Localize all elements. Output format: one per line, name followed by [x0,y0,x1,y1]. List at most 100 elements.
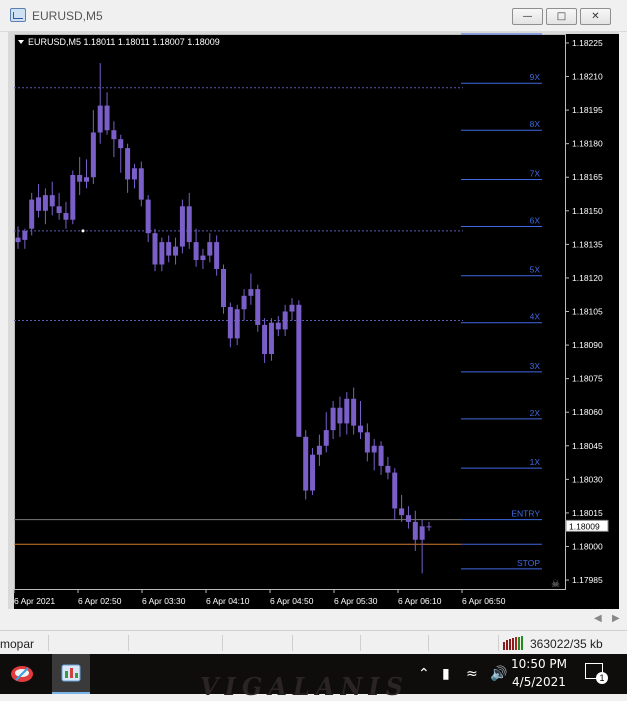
candle-body [29,199,35,229]
volume-icon[interactable]: 🔊 [490,666,507,682]
taskbar: VIGALANIS ⌃ ▮ ≈ 🔊 10:50 PM 4/5/2021 1 [0,654,627,701]
maximize-button[interactable]: □ [546,8,577,25]
target-level-label: 4X [530,312,541,322]
candle-body [22,230,28,240]
status-bar: mopar 363022/35 kb [0,630,627,652]
candle-body [214,242,220,269]
candle-body [173,246,179,256]
candle-body [179,206,185,247]
notification-center-icon[interactable]: 1 [585,663,608,684]
target-level-label: 3X [530,361,541,371]
status-divider [428,635,429,651]
target-level-label: 1X [530,457,541,467]
candle-body [145,199,151,234]
scroll-right-icon[interactable]: ▶ [612,613,620,624]
y-tick-label: 1.18000 [572,541,603,551]
candle-body [241,295,247,310]
candle-body [275,322,281,330]
candle-body [186,206,192,243]
target-level-label: 10X [525,32,540,33]
y-tick-label: 1.18210 [572,72,603,82]
start-app-button[interactable] [0,654,46,694]
candle-body [316,445,322,455]
candle-body [378,445,384,466]
candlestick-chart[interactable]: EURUSD,M5 1.18011 1.18011 1.18007 1.1800… [8,32,619,609]
candle-body [364,432,370,453]
candle-body [159,242,165,265]
candle-body [36,197,42,211]
candle-body [248,289,254,296]
candle-body [289,304,295,312]
metatrader-icon [61,664,81,682]
y-tick-label: 1.18120 [572,273,603,283]
candle-body [90,132,96,178]
clock-time: 10:50 PM [511,657,567,671]
traffic-counter: 363022/35 kb [530,637,603,651]
y-tick-label: 1.18090 [572,340,603,350]
candle-body [371,445,377,453]
candle-body [426,526,432,528]
candle-body [166,242,172,256]
status-divider [222,635,223,651]
target-level-label: 8X [530,119,541,129]
candle-body [42,195,48,211]
horizontal-scrollbar[interactable]: ◀ ▶ [0,612,627,628]
target-level-label: 5X [530,265,541,275]
y-tick-label: 1.18075 [572,374,603,384]
candle-body [125,148,131,180]
candle-body [282,311,288,330]
minimize-button[interactable]: — [512,8,543,25]
candle-body [255,289,261,325]
close-button[interactable]: ✕ [580,8,611,25]
status-divider [128,635,129,651]
y-tick-label: 1.18165 [572,172,603,182]
metatrader-taskbar-button[interactable] [52,654,90,694]
target-level-label: 7X [530,168,541,178]
current-price-label: 1.18009 [569,521,600,531]
x-tick-label: 6 Apr 03:30 [142,596,186,606]
x-tick-label: 6 Apr 05:30 [334,596,378,606]
connection-bars-icon [503,636,525,650]
status-divider [360,635,361,651]
candle-body [405,515,411,522]
y-tick-label: 1.18225 [572,38,603,48]
candle-body [268,322,274,355]
x-tick-label: 6 Apr 04:10 [206,596,250,606]
battery-icon[interactable]: ▮ [442,666,450,682]
candle-body [385,465,391,473]
wifi-icon[interactable]: ≈ [466,666,478,682]
candle-body [200,255,206,261]
candle-body [131,168,137,180]
candle-body [77,174,83,182]
x-tick-label: 6 Apr 04:50 [270,596,314,606]
candle-body [337,407,343,424]
candle-body [221,268,226,308]
y-tick-label: 1.18105 [572,307,603,317]
candle-body [296,304,302,437]
chart-header: EURUSD,M5 1.18011 1.18011 1.18007 1.1800… [28,37,220,47]
candle-body [63,213,69,220]
candle-body [207,242,213,256]
target-level-label: ENTRY [511,509,540,519]
candle-body [419,526,425,540]
chart-area[interactable]: EURUSD,M5 1.18011 1.18011 1.18007 1.1800… [8,32,619,609]
candle-body [330,407,336,431]
y-tick-label: 1.18015 [572,508,603,518]
candle-body [84,177,89,182]
notification-count: 1 [596,672,608,684]
skull-icon: ☠ [551,579,560,590]
candle-body [49,195,55,207]
candle-body [310,454,316,491]
candle-body [227,307,233,339]
y-tick-label: 1.18150 [572,206,603,216]
title-bar[interactable]: EURUSD,M5 — □ ✕ [0,0,627,32]
candle-body [111,130,117,140]
target-level-label: 9X [530,72,541,82]
show-hidden-icons-icon[interactable]: ⌃ [418,666,430,682]
clock[interactable]: 10:50 PM 4/5/2021 [511,657,567,689]
window-title: EURUSD,M5 [32,9,103,23]
scroll-left-icon[interactable]: ◀ [594,613,602,624]
status-divider [292,635,293,651]
candle-body [193,242,199,261]
candle-body [303,436,309,491]
